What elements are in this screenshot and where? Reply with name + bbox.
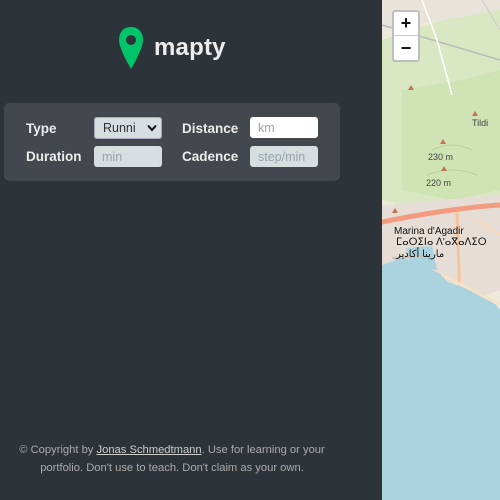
type-select[interactable]: Runni [94, 117, 162, 139]
zoom-in-button[interactable]: + [394, 12, 418, 36]
map-label-elev-230: 230 m [428, 152, 454, 162]
distance-label: Distance [182, 121, 239, 136]
distance-input[interactable] [250, 117, 318, 138]
duration-input[interactable] [94, 146, 162, 167]
map-label-marina: Marina d'Agadir [394, 226, 464, 237]
type-label: Type [26, 121, 57, 136]
map-label-arabic: مارينا أكادير [396, 249, 445, 260]
map-label-tifinagh: ⵎⴰⵔⵉⵏⴰ ⴷ'ⴰⴳⴰⴷⵉⵔ [396, 237, 487, 248]
brand-name: mapty [154, 34, 226, 61]
duration-label: Duration [26, 149, 82, 164]
type-select-value: Runni [103, 121, 136, 135]
map-label-tildi: Tildi [472, 118, 489, 128]
map[interactable]: + − Tildi 230 m 220 m Marina d'Agadir ⵎⴰ… [382, 0, 500, 500]
copyright: © Copyright by Jonas Schmedtmann. Use fo… [0, 441, 344, 477]
copyright-line1: . Use for learning or your [201, 444, 325, 456]
copyright-line2: portfolio. Don't use to teach. Don't cla… [40, 462, 304, 474]
map-label-elev-220: 220 m [426, 178, 452, 188]
workout-form: Type Runni Distance Duration Cadence [4, 103, 340, 181]
zoom-out-button[interactable]: − [394, 36, 418, 60]
author-link[interactable]: Jonas Schmedtmann [97, 444, 202, 456]
zoom-control: + − [392, 10, 420, 62]
cadence-label: Cadence [182, 149, 239, 164]
chevron-down-icon [147, 124, 157, 132]
cadence-input[interactable] [250, 146, 318, 167]
sidebar: mapty Type Runni Distance Duration Caden… [0, 0, 382, 500]
logo: mapty [118, 26, 226, 70]
copyright-prefix: © Copyright by [19, 444, 97, 456]
map-pin-icon [119, 27, 143, 69]
